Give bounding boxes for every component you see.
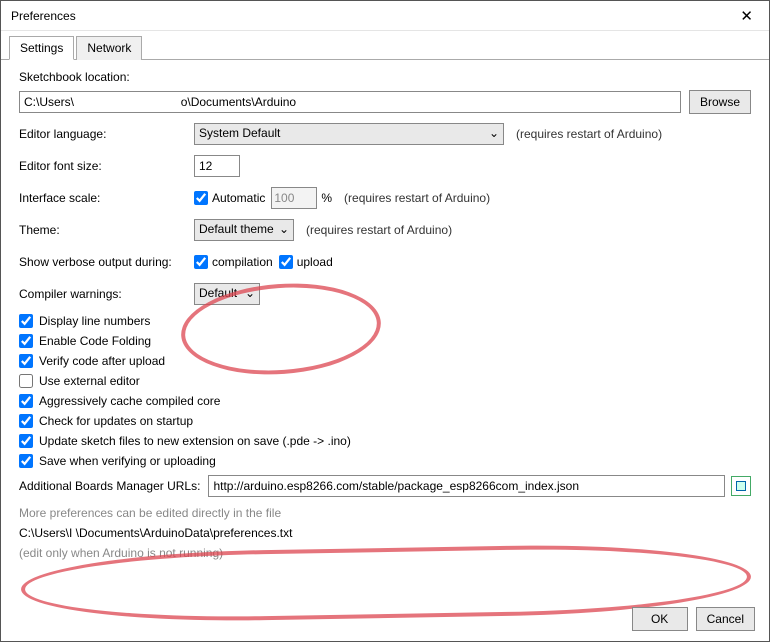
compiler-warnings-label: Compiler warnings: xyxy=(19,287,194,301)
verbose-compilation-checkbox[interactable]: compilation xyxy=(194,255,273,269)
theme-label: Theme: xyxy=(19,223,194,237)
boards-manager-urls-label: Additional Boards Manager URLs: xyxy=(19,479,200,493)
boards-manager-urls-input[interactable] xyxy=(208,475,725,497)
theme-value: Default theme xyxy=(199,222,274,236)
open-urls-dialog-icon[interactable] xyxy=(731,476,751,496)
verbose-compilation-label: compilation xyxy=(212,255,273,269)
editor-language-label: Editor language: xyxy=(19,127,194,141)
sketchbook-location-input[interactable] xyxy=(19,91,681,113)
editor-language-select[interactable]: System Default ⌄ xyxy=(194,123,504,145)
display-line-numbers-checkbox[interactable]: Display line numbers xyxy=(19,314,751,328)
font-size-input[interactable] xyxy=(194,155,240,177)
ok-button[interactable]: OK xyxy=(632,607,688,631)
use-external-editor-checkbox[interactable]: Use external editor xyxy=(19,374,751,388)
aggressively-cache-checkbox[interactable]: Aggressively cache compiled core xyxy=(19,394,751,408)
enable-code-folding-checkbox[interactable]: Enable Code Folding xyxy=(19,334,751,348)
scale-value-stepper xyxy=(271,187,317,209)
theme-select[interactable]: Default theme ⌄ xyxy=(194,219,294,241)
scale-percent-label: % xyxy=(321,191,332,205)
verbose-upload-label: upload xyxy=(297,255,333,269)
verbose-upload-checkbox[interactable]: upload xyxy=(279,255,333,269)
chevron-down-icon: ⌄ xyxy=(279,222,289,236)
verify-after-upload-checkbox[interactable]: Verify code after upload xyxy=(19,354,751,368)
edit-when-not-running-note: (edit only when Arduino is not running) xyxy=(19,546,751,560)
editor-language-hint: (requires restart of Arduino) xyxy=(516,127,662,141)
sketchbook-location-label: Sketchbook location: xyxy=(19,70,751,84)
scale-hint: (requires restart of Arduino) xyxy=(344,191,490,205)
verbose-output-label: Show verbose output during: xyxy=(19,255,194,269)
more-preferences-hint: More preferences can be edited directly … xyxy=(19,506,751,520)
scale-automatic-label: Automatic xyxy=(212,191,265,205)
compiler-warnings-select[interactable]: Default ⌄ xyxy=(194,283,260,305)
preferences-file-path: C:\Users\I \Documents\ArduinoData\prefer… xyxy=(19,526,751,540)
cancel-button[interactable]: Cancel xyxy=(696,607,755,631)
browse-button[interactable]: Browse xyxy=(689,90,751,114)
window-title: Preferences xyxy=(11,9,76,23)
interface-scale-label: Interface scale: xyxy=(19,191,194,205)
chevron-down-icon: ⌄ xyxy=(245,286,255,300)
close-icon[interactable]: ✕ xyxy=(734,5,759,27)
save-verify-upload-checkbox[interactable]: Save when verifying or uploading xyxy=(19,454,751,468)
check-updates-checkbox[interactable]: Check for updates on startup xyxy=(19,414,751,428)
scale-automatic-checkbox[interactable]: Automatic xyxy=(194,191,265,205)
tab-network[interactable]: Network xyxy=(76,36,142,60)
update-extension-checkbox[interactable]: Update sketch files to new extension on … xyxy=(19,434,751,448)
tab-settings[interactable]: Settings xyxy=(9,36,74,60)
editor-language-value: System Default xyxy=(199,126,280,140)
theme-hint: (requires restart of Arduino) xyxy=(306,223,452,237)
compiler-warnings-value: Default xyxy=(199,286,237,300)
font-size-label: Editor font size: xyxy=(19,159,194,173)
chevron-down-icon: ⌄ xyxy=(489,126,499,140)
